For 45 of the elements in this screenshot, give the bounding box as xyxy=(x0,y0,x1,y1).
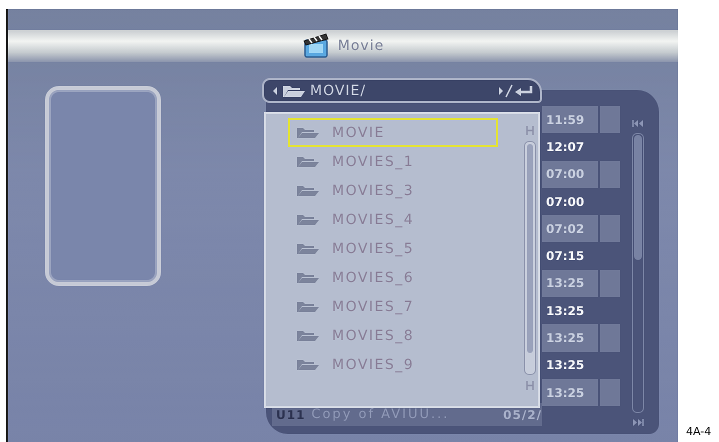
folder-item[interactable]: MOVIE xyxy=(288,118,498,147)
blank-cell xyxy=(600,378,620,406)
file-index: U11 xyxy=(275,408,306,422)
blank-cell xyxy=(600,106,620,134)
blank-cell xyxy=(600,270,620,298)
folder-icon xyxy=(296,126,320,138)
folder-icon xyxy=(296,184,320,196)
scrollbar[interactable] xyxy=(524,141,536,375)
time-cell-text: 07:15 xyxy=(545,248,586,266)
folder-icon xyxy=(296,330,320,342)
folder-icon xyxy=(296,214,320,226)
folder-item[interactable]: MOVIES_4 xyxy=(288,205,498,234)
figure-caption: 4A-4 xyxy=(686,425,712,438)
folder-item[interactable]: MOVIES_5 xyxy=(288,234,498,263)
return-arrow-icon xyxy=(498,84,534,98)
time-cell-text: 13:25 xyxy=(545,302,586,320)
time-cell-text: 13:25 xyxy=(545,357,586,374)
folder-item[interactable]: MOVIES_9 xyxy=(288,350,498,379)
folder-icon xyxy=(296,242,320,254)
left-arrow-icon xyxy=(272,86,278,96)
time-cell: 11:59 xyxy=(542,106,598,134)
folder-icon xyxy=(282,84,306,98)
blank-cell xyxy=(600,215,620,242)
folder-item[interactable]: MOVIES_7 xyxy=(288,292,498,321)
folder-item[interactable]: MOVIES_6 xyxy=(288,263,498,292)
folder-item[interactable]: MOVIES_1 xyxy=(288,147,498,176)
folder-icon xyxy=(296,156,320,168)
blank-cell xyxy=(600,160,620,188)
folder-icon xyxy=(296,358,320,370)
time-cell: 13:25 xyxy=(542,324,598,352)
file-date: 05/2/ xyxy=(503,408,542,422)
time-cell: 07:00 xyxy=(542,160,598,188)
time-cell: 13:25 xyxy=(542,378,598,406)
time-cell: 07:02 xyxy=(542,215,598,242)
folder-item[interactable]: MOVIES_3 xyxy=(288,176,498,205)
screen-title: Movie xyxy=(338,38,384,54)
blank-cell xyxy=(600,324,620,352)
time-cell: 13:25 xyxy=(542,270,598,298)
folder-path: MOVIE/ xyxy=(310,82,366,98)
folder-icon xyxy=(296,300,320,312)
folder-icon xyxy=(296,272,320,284)
time-cell-text: 07:00 xyxy=(545,194,586,211)
scrollbar[interactable] xyxy=(632,133,644,413)
time-cell-text: 12:07 xyxy=(545,138,586,156)
folder-item[interactable]: MOVIES_8 xyxy=(288,321,498,350)
